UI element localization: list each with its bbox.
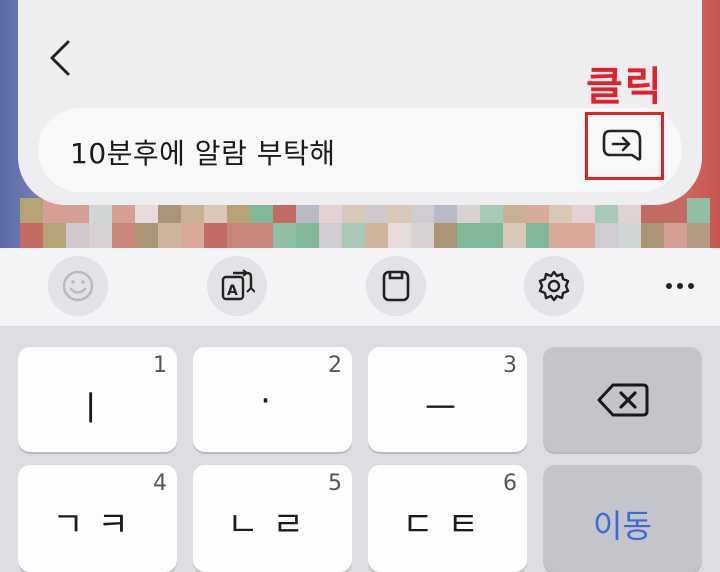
- blurred-content: [20, 198, 710, 248]
- key-label: ·: [260, 381, 285, 421]
- key-horizontal-stroke[interactable]: 3 ㅡ: [368, 347, 527, 452]
- keyboard: 1 ㅣ 2 · 3 ㅡ 4 ㄱㅋ 5 ㄴㄹ 6 ㄷㅌ 이동: [0, 326, 720, 572]
- keyboard-toolbar: A: [0, 248, 720, 326]
- back-arrow-icon[interactable]: [46, 38, 76, 78]
- key-label: ㄷㅌ: [402, 505, 493, 545]
- gear-icon: [538, 270, 570, 302]
- key-label: ㄱㅋ: [52, 505, 143, 545]
- key-number: 6: [503, 471, 517, 496]
- backspace-key[interactable]: [543, 347, 702, 452]
- more-icon: [666, 283, 694, 289]
- key-vertical-stroke[interactable]: 1 ㅣ: [18, 347, 177, 452]
- key-label: ㅣ: [74, 389, 121, 429]
- key-label: ㄴㄹ: [227, 505, 318, 545]
- emoji-button[interactable]: [48, 256, 108, 316]
- key-number: 2: [328, 353, 342, 378]
- key-dot[interactable]: 2 ·: [193, 347, 352, 452]
- key-label: ㅡ: [424, 389, 471, 429]
- svg-text:A: A: [227, 283, 238, 299]
- move-key[interactable]: 이동: [543, 465, 702, 572]
- move-key-label: 이동: [593, 507, 652, 545]
- key-number: 5: [328, 471, 342, 496]
- key-number: 3: [503, 353, 517, 378]
- highlight-box: [585, 112, 664, 180]
- key-nieun-rieul[interactable]: 5 ㄴㄹ: [193, 465, 352, 572]
- emoji-icon: [62, 270, 94, 302]
- translate-button[interactable]: A: [207, 256, 267, 316]
- key-digeut-tieut[interactable]: 6 ㄷㅌ: [368, 465, 527, 572]
- translate-icon: A: [221, 269, 255, 301]
- clipboard-button[interactable]: [366, 256, 426, 316]
- more-options-button[interactable]: [660, 268, 700, 304]
- clipboard-icon: [382, 270, 410, 302]
- key-number: 1: [153, 353, 167, 378]
- backspace-icon: [597, 383, 649, 417]
- click-annotation: 클릭: [586, 64, 664, 110]
- settings-button[interactable]: [524, 256, 584, 316]
- command-input-text: 10분후에 알람 부탁해: [70, 137, 336, 170]
- key-number: 4: [153, 471, 167, 496]
- key-giyeok-kieuk[interactable]: 4 ㄱㅋ: [18, 465, 177, 572]
